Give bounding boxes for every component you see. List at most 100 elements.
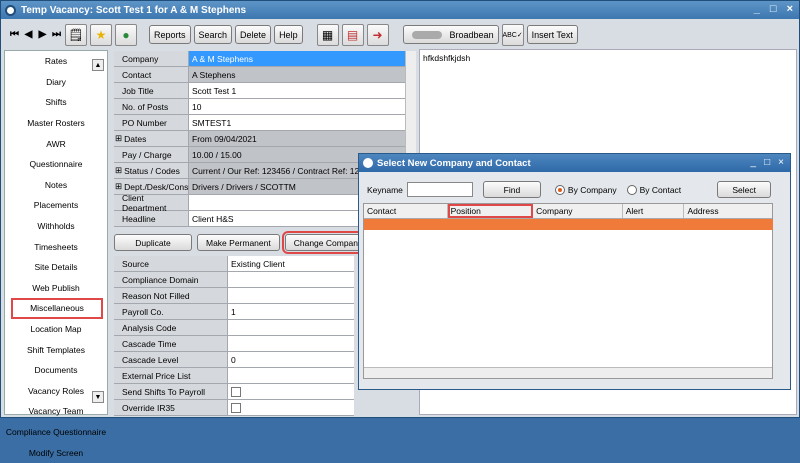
spellcheck-icon[interactable]: ABC✓ <box>501 23 524 46</box>
send-shifts-checkbox[interactable] <box>231 386 241 397</box>
sidebar: ▲ Rates Diary Shifts Master Rosters AWR … <box>4 50 108 458</box>
dates-label-text: Dates <box>124 133 147 144</box>
maximize-button[interactable]: □ <box>770 3 777 15</box>
dialog-controls: Keyname Find By Company By Contact Selec… <box>367 181 772 198</box>
company-label: Company <box>114 51 189 66</box>
sidebar-item-master-rosters[interactable]: Master Rosters <box>5 113 107 134</box>
sidebar-item-location-map[interactable]: Location Map <box>5 319 107 340</box>
calculator-icon[interactable]: ▦ <box>316 23 339 46</box>
contact-field[interactable]: A Stephens··· <box>189 67 416 82</box>
payroll-co-field[interactable]: 1 <box>228 304 354 319</box>
send-shifts-to-payroll-label: Send Shifts To Payroll <box>114 384 228 399</box>
column-alert[interactable]: Alert <box>623 204 685 218</box>
toolbar: ⏮ ◀ ▶ ⏭ 🗒 ★ ● Reports Search Delete Help… <box>3 21 797 48</box>
dialog-minimize-button[interactable]: _ <box>751 157 757 168</box>
selected-row[interactable] <box>364 219 773 230</box>
next-icon[interactable]: ▶ <box>37 29 48 40</box>
select-button[interactable]: Select <box>717 181 772 198</box>
cascade-level-field[interactable]: 0 <box>228 352 354 367</box>
compliance-domain-field[interactable] <box>228 272 354 287</box>
payroll-co-label: Payroll Co. <box>114 304 228 319</box>
misc-row: Source Existing Client <box>114 256 354 272</box>
sidebar-item-modify-screen[interactable]: Modify Screen <box>5 442 107 463</box>
override-ir35-label: Override IR35 <box>114 400 228 415</box>
send-shifts-field <box>228 384 354 399</box>
column-address[interactable]: Address <box>684 204 772 218</box>
po-number-field[interactable]: SMTEST1 <box>189 115 416 130</box>
sidebar-item-notes[interactable]: Notes <box>5 175 107 196</box>
company-field[interactable]: A & M Stephens··· <box>189 51 416 66</box>
duplicate-button[interactable]: Duplicate <box>114 234 192 251</box>
sidebar-scroll-up-icon[interactable]: ▲ <box>92 59 104 71</box>
sidebar-item-withholds[interactable]: Withholds <box>5 216 107 237</box>
help-button[interactable]: Help <box>274 25 303 44</box>
dates-label[interactable]: ⊞ Dates <box>114 131 189 146</box>
reason-not-filled-field[interactable] <box>228 288 354 303</box>
form-row-contact: Contact A Stephens··· <box>114 67 416 83</box>
expand-icon[interactable]: ⊞ <box>115 165 122 176</box>
by-contact-label: By Contact <box>639 184 682 195</box>
reports-button[interactable]: Reports <box>149 25 191 44</box>
grid-header: Contact Position Company Alert Address <box>364 204 772 219</box>
dept-label-text: Dept./Desk/Consu <box>124 181 194 192</box>
insert-text-button[interactable]: Insert Text <box>526 25 578 44</box>
title-bar: Temp Vacancy: Scott Test 1 for A & M Ste… <box>1 1 799 19</box>
misc-form: Source Existing Client Compliance Domain … <box>114 256 354 416</box>
close-button[interactable]: × <box>787 3 793 15</box>
sidebar-item-awr[interactable]: AWR <box>5 133 107 154</box>
analysis-code-field[interactable] <box>228 320 354 335</box>
sidebar-item-shift-templates[interactable]: Shift Templates <box>5 339 107 360</box>
delete-button[interactable]: Delete <box>235 25 272 44</box>
column-company[interactable]: Company <box>533 204 623 218</box>
broadbean-button[interactable]: Broadbean <box>402 25 499 44</box>
override-ir35-checkbox[interactable] <box>231 402 241 413</box>
horizontal-scrollbar[interactable] <box>364 367 772 378</box>
external-price-list-field[interactable] <box>228 368 354 383</box>
find-button[interactable]: Find <box>482 181 541 198</box>
job-title-label: Job Title <box>114 83 189 98</box>
sidebar-item-miscellaneous[interactable]: Miscellaneous <box>11 298 103 319</box>
sidebar-item-placements[interactable]: Placements <box>5 195 107 216</box>
sidebar-item-vacancy-team[interactable]: Vacancy Team <box>5 401 107 422</box>
sidebar-item-diary[interactable]: Diary <box>5 72 107 93</box>
by-contact-radio[interactable]: By Contact <box>626 184 682 195</box>
dialog-maximize-button[interactable]: □ <box>764 157 770 168</box>
map-icon[interactable]: ● <box>115 23 137 46</box>
job-title-field[interactable]: Scott Test 1 <box>189 83 416 98</box>
headline-label: Headline <box>114 211 189 226</box>
keyname-input[interactable] <box>406 182 473 197</box>
star-icon[interactable]: ★ <box>90 23 112 46</box>
by-company-radio[interactable]: By Company <box>554 184 617 195</box>
status-codes-label[interactable]: ⊞ Status / Codes <box>114 163 189 178</box>
expand-icon[interactable]: ⊞ <box>115 181 122 192</box>
no-of-posts-field[interactable]: 10 <box>189 99 416 114</box>
dates-field[interactable]: From 09/04/2021 <box>189 131 416 146</box>
export-icon[interactable]: ➜ <box>366 23 389 46</box>
sidebar-item-documents[interactable]: Documents <box>5 360 107 381</box>
cascade-time-field[interactable] <box>228 336 354 351</box>
last-icon[interactable]: ⏭ <box>51 29 62 40</box>
make-permanent-button[interactable]: Make Permanent <box>197 234 280 251</box>
column-contact[interactable]: Contact <box>364 204 448 218</box>
sidebar-scroll-down-icon[interactable]: ▼ <box>92 391 104 403</box>
column-position[interactable]: Position <box>447 204 534 218</box>
first-icon[interactable]: ⏮ <box>9 29 20 40</box>
misc-row: Reason Not Filled <box>114 288 354 304</box>
sidebar-item-timesheets[interactable]: Timesheets <box>5 236 107 257</box>
calendar-icon[interactable]: ▤ <box>341 23 364 46</box>
sidebar-item-compliance-questionnaire[interactable]: Compliance Questionnaire <box>5 422 107 443</box>
dialog-app-icon <box>363 158 373 168</box>
minimize-button[interactable]: _ <box>754 3 760 15</box>
prev-icon[interactable]: ◀ <box>23 29 34 40</box>
status-codes-label-text: Status / Codes <box>124 165 180 176</box>
pay-charge-label: Pay / Charge <box>114 147 189 162</box>
sidebar-item-site-details[interactable]: Site Details <box>5 257 107 278</box>
sidebar-item-shifts[interactable]: Shifts <box>5 92 107 113</box>
notepad-icon[interactable]: 🗒 <box>65 23 87 46</box>
expand-icon[interactable]: ⊞ <box>115 133 122 144</box>
sidebar-item-web-publish[interactable]: Web Publish <box>5 278 107 299</box>
source-field[interactable]: Existing Client <box>228 256 354 271</box>
sidebar-item-questionnaire[interactable]: Questionnaire <box>5 154 107 175</box>
search-button[interactable]: Search <box>193 25 233 44</box>
dialog-close-button[interactable]: × <box>778 157 784 168</box>
